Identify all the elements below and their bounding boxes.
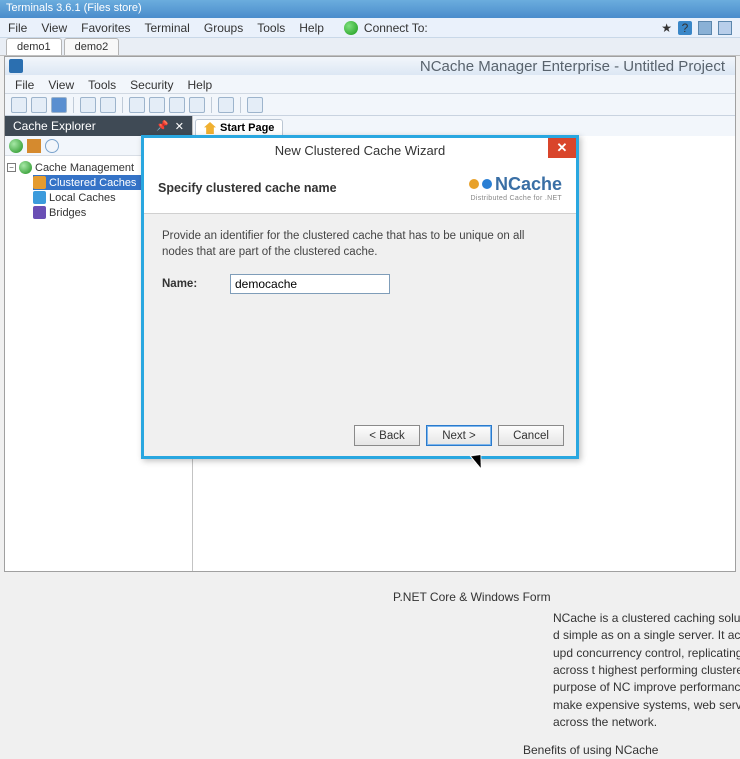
terminals-titlebar: Terminals 3.6.1 (Files store) xyxy=(0,0,740,18)
name-label: Name: xyxy=(162,278,214,290)
toolbar-btn-7[interactable] xyxy=(149,97,165,113)
toolbar-save-icon[interactable] xyxy=(51,97,67,113)
ncache-app-icon xyxy=(9,59,23,73)
next-button[interactable]: Next > xyxy=(426,425,492,446)
connect-label: Connect To: xyxy=(364,21,428,35)
terminals-menubar: File View Favorites Terminal Groups Tool… xyxy=(0,18,740,38)
tree-item-label: Clustered Caches xyxy=(49,177,136,189)
window-icon[interactable] xyxy=(718,21,732,35)
name-row: Name: xyxy=(162,274,558,294)
menu-groups[interactable]: Groups xyxy=(204,21,243,35)
ncache-header: NCache Manager Enterprise - Untitled Pro… xyxy=(5,57,735,75)
menu-help[interactable]: Help xyxy=(299,21,324,35)
ncache-logo: NCache Distributed Cache for .NET xyxy=(469,174,562,202)
ncache-toolbar xyxy=(5,94,735,116)
cluster-icon xyxy=(33,176,46,189)
tab-strip: Start Page xyxy=(193,116,735,136)
panel-title: Cache Explorer 📌 ✕ xyxy=(5,116,192,136)
logo-subtitle: Distributed Cache for .NET xyxy=(471,195,562,202)
ncache-menubar: File View Tools Security Help xyxy=(5,75,735,94)
home-icon xyxy=(204,122,216,134)
tab-label: Start Page xyxy=(220,122,274,134)
wizard-heading: Specify clustered cache name xyxy=(158,181,337,195)
panel-title-label: Cache Explorer xyxy=(13,119,96,133)
help-icon[interactable]: ? xyxy=(678,21,692,35)
cancel-button[interactable]: Cancel xyxy=(498,425,564,446)
tree-root-label: Cache Management xyxy=(35,162,134,174)
tree-item-label: Bridges xyxy=(49,207,86,219)
toolbar-btn-9[interactable] xyxy=(189,97,205,113)
logo-dot-icon xyxy=(482,179,492,189)
close-button[interactable]: ✕ xyxy=(548,138,576,158)
toolbar-btn-6[interactable] xyxy=(129,97,145,113)
section-link[interactable]: P.NET Core & Windows Form xyxy=(393,590,551,604)
wizard-title-label: New Clustered Cache Wizard xyxy=(275,143,446,158)
panel-globe-icon[interactable] xyxy=(9,139,23,153)
logo-text: NCache xyxy=(495,174,562,195)
connect-icon[interactable] xyxy=(344,21,358,35)
expand-icon[interactable]: − xyxy=(7,163,16,172)
ncache-menu-file[interactable]: File xyxy=(15,78,34,90)
menu-favorites[interactable]: Favorites xyxy=(81,21,130,35)
tile-icon[interactable] xyxy=(698,21,712,35)
panel-boxes-icon[interactable] xyxy=(27,139,41,153)
ncache-menu-view[interactable]: View xyxy=(48,78,74,90)
panel-refresh-icon[interactable] xyxy=(45,139,59,153)
back-button[interactable]: < Back xyxy=(354,425,420,446)
pin-icon[interactable]: 📌 xyxy=(156,121,168,132)
menu-terminal[interactable]: Terminal xyxy=(145,21,190,35)
ncache-title: NCache Manager Enterprise - Untitled Pro… xyxy=(420,58,725,75)
close-panel-icon[interactable]: ✕ xyxy=(175,120,184,133)
tab-demo2[interactable]: demo2 xyxy=(64,38,120,55)
wizard-header: Specify clustered cache name NCache Dist… xyxy=(144,162,576,214)
wizard-dialog: New Clustered Cache Wizard ✕ Specify clu… xyxy=(141,135,579,459)
wizard-buttons: < Back Next > Cancel xyxy=(354,425,564,446)
toolbar-btn-8[interactable] xyxy=(169,97,185,113)
toolbar-btn-11[interactable] xyxy=(247,97,263,113)
menu-file[interactable]: File xyxy=(8,21,27,35)
section-benefits[interactable]: Benefits of using NCache xyxy=(523,743,658,757)
wizard-content: Provide an identifier for the clustered … xyxy=(144,214,576,308)
toolbar-btn-4[interactable] xyxy=(80,97,96,113)
local-icon xyxy=(33,191,46,204)
menu-tools[interactable]: Tools xyxy=(257,21,285,35)
name-input[interactable] xyxy=(230,274,390,294)
toolbar-new-icon[interactable] xyxy=(11,97,27,113)
terminals-tabs: demo1 demo2 xyxy=(0,38,740,56)
terminals-title: Terminals 3.6.1 (Files store) xyxy=(6,2,142,14)
ncache-menu-security[interactable]: Security xyxy=(130,78,173,90)
tree-item-label: Local Caches xyxy=(49,192,116,204)
terminals-right-icons: ★ ? xyxy=(661,21,732,35)
toolbar-open-icon[interactable] xyxy=(31,97,47,113)
ncache-menu-help[interactable]: Help xyxy=(188,78,213,90)
logo-dot-icon xyxy=(469,179,479,189)
ncache-menu-tools[interactable]: Tools xyxy=(88,78,116,90)
menu-view[interactable]: View xyxy=(41,21,67,35)
globe-icon xyxy=(19,161,32,174)
toolbar-btn-10[interactable] xyxy=(218,97,234,113)
wizard-instruction: Provide an identifier for the clustered … xyxy=(162,228,558,260)
wizard-titlebar[interactable]: New Clustered Cache Wizard ✕ xyxy=(144,138,576,162)
favorites-icon[interactable]: ★ xyxy=(661,21,672,35)
tab-demo1[interactable]: demo1 xyxy=(6,38,62,55)
bridge-icon xyxy=(33,206,46,219)
close-icon: ✕ xyxy=(557,140,568,156)
toolbar-btn-5[interactable] xyxy=(100,97,116,113)
tab-start-page[interactable]: Start Page xyxy=(195,119,283,136)
